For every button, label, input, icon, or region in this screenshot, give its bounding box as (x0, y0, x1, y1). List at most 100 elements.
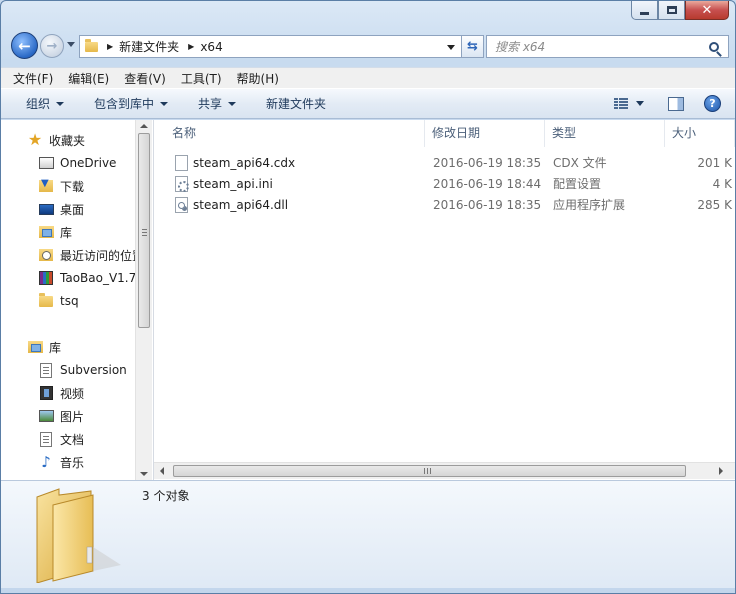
breadcrumb-item[interactable]: 新建文件夹 (119, 38, 179, 55)
menu-bar: 文件(F) 编辑(E) 查看(V) 工具(T) 帮助(H) (1, 67, 735, 88)
include-in-library-button[interactable]: 包含到库中 (94, 95, 169, 112)
chevron-down-icon (228, 101, 237, 106)
sidebar-item-label: OneDrive (60, 156, 117, 170)
recent-pages-dropdown-icon[interactable] (67, 42, 75, 47)
column-header-type[interactable]: 类型 (545, 120, 665, 147)
preview-pane-icon[interactable] (668, 96, 684, 111)
folder-icon (85, 38, 98, 52)
pictures-library-icon (38, 408, 54, 424)
desktop-icon (38, 201, 54, 217)
library-icon (27, 339, 43, 355)
folder-icon (38, 292, 54, 309)
maximize-button[interactable] (658, 1, 685, 20)
menu-help[interactable]: 帮助(H) (237, 70, 279, 87)
navigation-pane: ★ 收藏夹 OneDrive 下载 桌面 库 最近访问的位置 TaoBao_V1… (1, 120, 153, 480)
organize-button[interactable]: 组织 (26, 95, 65, 112)
scroll-up-icon[interactable] (140, 124, 148, 128)
caption-buttons: ✕ (631, 1, 729, 20)
sidebar-item-label: Subversion (60, 363, 127, 377)
menu-view[interactable]: 查看(V) (124, 70, 166, 87)
address-history-dropdown-icon[interactable] (447, 45, 455, 50)
column-header-size[interactable]: 大小 (665, 120, 735, 147)
scrollbar-thumb[interactable] (138, 133, 150, 328)
column-header-name[interactable]: 名称 (165, 120, 425, 147)
file-list: 名称 修改日期 类型 大小 ˄ steam_api64.cdx 2016-06-… (154, 120, 735, 480)
sidebar-item-label: 桌面 (60, 202, 85, 217)
sidebar-item-recent-places[interactable]: 最近访问的位置 (38, 245, 135, 265)
change-view-icon[interactable] (614, 97, 628, 110)
details-pane: 3 个对象 (1, 480, 735, 588)
search-input[interactable]: 搜索 x64 (495, 38, 709, 55)
navigation-bar: ← → ▶ 新建文件夹 ▶ x64 ⇆ 搜索 x64 (9, 31, 731, 61)
close-button[interactable]: ✕ (685, 1, 729, 20)
explorer-window: ✕ ← → ▶ 新建文件夹 ▶ x64 ⇆ 搜索 x64 文件(F) 编辑(E)… (0, 0, 736, 594)
scroll-left-icon[interactable] (160, 467, 164, 475)
address-bar[interactable]: ▶ 新建文件夹 ▶ x64 (79, 35, 462, 58)
table-row[interactable]: steam_api64.cdx 2016-06-19 18:35 CDX 文件 … (154, 153, 735, 174)
share-button[interactable]: 共享 (198, 95, 237, 112)
close-icon: ✕ (701, 2, 713, 18)
winrar-archive-icon (38, 270, 54, 286)
file-size: 4 K (712, 177, 732, 191)
chevron-down-icon (56, 101, 65, 106)
sort-ascending-icon: ˄ (603, 120, 608, 123)
file-name: steam_api64.dll (193, 198, 289, 212)
star-icon: ★ (27, 130, 43, 149)
new-folder-button[interactable]: 新建文件夹 (266, 95, 326, 112)
file-icon (175, 155, 188, 171)
sidebar-item-label: 收藏夹 (49, 133, 86, 148)
search-icon[interactable] (709, 41, 719, 52)
organize-label: 组织 (26, 97, 51, 111)
file-type: CDX 文件 (553, 156, 607, 170)
chevron-down-icon (160, 101, 169, 106)
file-modified: 2016-06-19 18:44 (433, 177, 542, 191)
large-folder-icon (36, 488, 121, 583)
breadcrumb-separator-icon[interactable]: ▶ (188, 42, 194, 51)
menu-tools[interactable]: 工具(T) (181, 70, 222, 87)
horizontal-scrollbar[interactable] (154, 462, 735, 479)
breadcrumb-item-current[interactable]: x64 (200, 40, 222, 54)
breadcrumb-separator-icon[interactable]: ▶ (107, 42, 113, 51)
item-count-status: 3 个对象 (142, 489, 190, 503)
document-library-icon (38, 362, 54, 378)
navigation-pane-scrollbar[interactable] (135, 120, 152, 480)
view-options-dropdown-icon[interactable] (636, 101, 644, 106)
file-name: steam_api.ini (193, 177, 273, 191)
download-folder-icon (38, 178, 54, 194)
menu-edit[interactable]: 编辑(E) (68, 70, 109, 87)
search-box[interactable]: 搜索 x64 (486, 35, 729, 58)
scrollbar-thumb[interactable] (173, 465, 686, 477)
command-bar-right: ? (614, 95, 721, 112)
sidebar-item-taobao[interactable]: TaoBao_V1.7 (38, 268, 135, 288)
file-size: 201 K (697, 156, 732, 170)
scroll-right-icon[interactable] (719, 467, 723, 475)
sidebar-item-label: 音乐 (60, 455, 85, 470)
sidebar-item-label: TaoBao_V1.7 (60, 271, 135, 285)
refresh-button[interactable]: ⇆ (462, 35, 484, 58)
forward-button[interactable]: → (40, 34, 64, 58)
column-header-modified[interactable]: 修改日期 (425, 120, 545, 147)
table-row[interactable]: steam_api.ini 2016-06-19 18:44 配置设置 4 K (154, 174, 735, 195)
music-library-icon: ♪ (41, 452, 51, 471)
minimize-button[interactable] (631, 1, 658, 20)
sidebar-item-label: 文档 (60, 432, 85, 447)
library-icon (38, 224, 54, 240)
onedrive-icon (38, 155, 54, 171)
dll-file-icon (175, 197, 188, 213)
file-size: 285 K (697, 198, 732, 212)
scroll-down-icon[interactable] (140, 472, 148, 476)
file-modified: 2016-06-19 18:35 (433, 156, 542, 170)
back-button[interactable]: ← (11, 32, 38, 59)
sidebar-item-label: tsq (60, 294, 79, 308)
documents-library-icon (38, 431, 54, 447)
settings-file-icon (175, 176, 189, 192)
sidebar-item-label: 图片 (60, 409, 85, 424)
table-row[interactable]: steam_api64.dll 2016-06-19 18:35 应用程序扩展 … (154, 195, 735, 216)
file-type: 配置设置 (553, 177, 602, 191)
new-folder-label: 新建文件夹 (266, 97, 327, 111)
help-icon[interactable]: ? (704, 95, 721, 112)
menu-file[interactable]: 文件(F) (13, 70, 53, 87)
grip-icon (142, 229, 147, 236)
refresh-icon: ⇆ (467, 39, 478, 54)
sidebar-item-label: 视频 (60, 386, 85, 401)
